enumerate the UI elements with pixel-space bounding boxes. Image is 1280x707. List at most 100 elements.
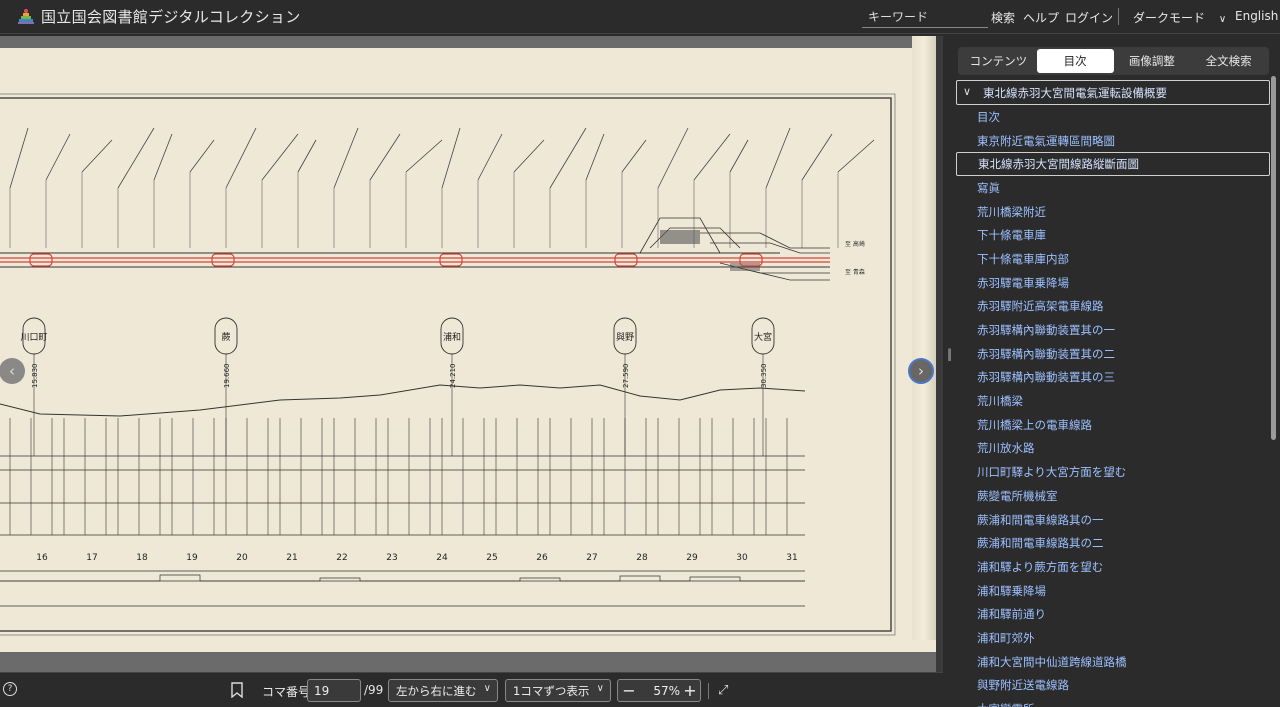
km-marker: 22 [336, 553, 347, 563]
side-panel: コンテンツ 目次 画像調整 全文検索 ∨ 東北線赤羽大宮間電氣運転設備概要 目次… [951, 36, 1280, 707]
station-km: 30.350 [760, 364, 768, 389]
toc-root-item[interactable]: ∨ 東北線赤羽大宮間電氣運転設備概要 [956, 80, 1270, 105]
station-name: 川口町 [20, 333, 47, 343]
next-page-button[interactable]: › [908, 358, 934, 384]
zoom-level: 57% [640, 684, 680, 698]
tab-image-adjust[interactable]: 画像調整 [1114, 49, 1191, 73]
toc-list: 目次 東京附近電氣運轉區間略圖 東北線赤羽大宮間線路縦斷面圖 寫眞 荒川橋梁附近 下十條電… [956, 105, 1270, 707]
page-number-input[interactable] [307, 679, 361, 702]
page-number-label: コマ番号 [262, 685, 311, 699]
scanned-page: 至 高崎 至 青森 川口町 15.830 蕨 19.660 浦和 24.210 與野 27.5… [0, 48, 942, 652]
toc-item[interactable]: 赤羽驛電車乗降場 [956, 271, 1270, 295]
km-marker: 31 [786, 553, 797, 563]
end-label-takasaki: 至 高崎 [845, 240, 865, 248]
toc-item[interactable]: 荒川橋梁附近 [956, 200, 1270, 224]
end-label-aomori: 至 青森 [845, 268, 865, 276]
zoom-out-button[interactable]: − [619, 680, 639, 701]
toc-item[interactable]: 目次 [956, 105, 1270, 129]
keyword-input[interactable] [862, 6, 988, 28]
chevron-left-icon: ‹ [9, 362, 15, 380]
toc-item[interactable]: 荒川橋梁上の電車線路 [956, 413, 1270, 437]
toc-item[interactable]: 蕨浦和間電車線路其の二 [956, 531, 1270, 555]
toc-item[interactable]: 赤羽驛構內聯動装置其の三 [956, 366, 1270, 390]
toc-item[interactable]: 荒川放水路 [956, 437, 1270, 461]
chevron-down-icon: ∨ [1218, 14, 1227, 25]
tab-toc[interactable]: 目次 [1036, 49, 1114, 73]
page-total: /99 [364, 683, 384, 697]
zoom-in-button[interactable]: + [680, 680, 700, 701]
chevron-down-icon: ∨ [483, 683, 491, 694]
toc-item[interactable]: 浦和町郊外 [956, 626, 1270, 650]
help-link[interactable]: ヘルプ [1023, 9, 1059, 26]
ndl-logo-icon[interactable] [16, 7, 36, 27]
toc-item[interactable]: 下十條電車庫内部 [956, 247, 1270, 271]
km-marker: 26 [536, 553, 548, 563]
toc-item[interactable]: 赤羽驛附近高架電車線路 [956, 295, 1270, 319]
header-divider [1118, 8, 1119, 25]
bookmark-icon[interactable] [231, 682, 243, 698]
fullscreen-icon[interactable]: ⤢ [718, 683, 732, 698]
toc-item[interactable]: 大宮變電所 [956, 697, 1270, 707]
toc-item[interactable]: 與野附近送電線路 [956, 674, 1270, 698]
toc-item[interactable]: 川口町驛より大宮方面を望む [956, 460, 1270, 484]
track-profile-diagram: 至 高崎 至 青森 川口町 15.830 蕨 19.660 浦和 24.210 與野 27.5… [0, 93, 896, 636]
km-marker: 18 [136, 553, 148, 563]
keyword-field-wrapper [862, 6, 988, 28]
image-viewer[interactable]: 至 高崎 至 青森 川口町 15.830 蕨 19.660 浦和 24.210 與野 27.5… [0, 36, 943, 672]
chevron-down-icon[interactable]: ∨ [963, 85, 971, 98]
page-direction-value: 左から右に進む [396, 683, 477, 698]
station-km: 19.660 [223, 364, 231, 389]
chevron-right-icon: › [918, 362, 924, 380]
toc-item[interactable]: 下十條電車庫 [956, 223, 1270, 247]
help-icon[interactable]: ? [3, 682, 17, 696]
display-mode-select[interactable]: 1コマずつ表示 ∨ [505, 679, 611, 702]
station-km: 15.830 [31, 364, 39, 389]
toc-item[interactable]: 蕨變電所機械室 [956, 484, 1270, 508]
site-title[interactable]: 国立国会図書館デジタルコレクション [41, 6, 301, 27]
km-marker: 24 [436, 553, 448, 563]
toc-item[interactable]: 浦和驛前通り [956, 602, 1270, 626]
station-name: 與野 [616, 331, 634, 343]
toc-item[interactable]: 浦和驛より蕨方面を望む [956, 555, 1270, 579]
km-marker: 25 [486, 553, 497, 563]
km-marker: 23 [386, 553, 397, 563]
previous-page-button[interactable]: ‹ [0, 358, 25, 384]
station-name: 蕨 [221, 331, 230, 343]
page-gap [936, 36, 943, 672]
station-name: 浦和 [443, 331, 461, 343]
toc-item[interactable]: 東京附近電氣運轉區間略圖 [956, 129, 1270, 153]
minus-icon: − [622, 681, 636, 700]
toc-item[interactable]: 浦和驛乗降場 [956, 579, 1270, 603]
plus-icon: + [683, 681, 697, 700]
toc-item[interactable]: 赤羽驛構內聯動装置其の一 [956, 318, 1270, 342]
km-marker: 20 [236, 553, 248, 563]
tab-contents[interactable]: コンテンツ [960, 49, 1037, 73]
toc-item[interactable]: 蕨浦和間電車線路其の一 [956, 508, 1270, 532]
viewer-toolbar: ? コマ番号 /99 左から右に進む ∨ 1コマずつ表示 ∨ − 57% + ⤢ [0, 672, 943, 707]
language-link[interactable]: English [1235, 9, 1278, 23]
km-marker: 21 [286, 553, 297, 563]
table-of-contents: ∨ 東北線赤羽大宮間電氣運転設備概要 目次 東京附近電氣運轉區間略圖 東北線赤羽大宮… [956, 80, 1270, 707]
toc-root-label: 東北線赤羽大宮間電氣運転設備概要 [983, 85, 1167, 100]
station-km: 27.590 [622, 364, 630, 389]
toc-item[interactable]: 荒川橋梁 [956, 389, 1270, 413]
station-km: 24.210 [449, 364, 457, 389]
login-link[interactable]: ログイン [1065, 9, 1113, 26]
toc-item[interactable]: 浦和大宮間中仙道跨線道路橋 [956, 650, 1270, 674]
station-name: 大宮 [754, 331, 772, 343]
toc-item[interactable]: 寫眞 [956, 176, 1270, 200]
dark-mode-label: ダークモード [1133, 11, 1206, 25]
toc-item[interactable]: 東北線赤羽大宮間線路縦斷面圖 [956, 152, 1270, 177]
dark-mode-toggle[interactable]: ダークモード ∨ [1133, 9, 1226, 26]
toc-item[interactable]: 赤羽驛構內聯動装置其の二 [956, 342, 1270, 366]
search-button[interactable]: 検索 [991, 9, 1015, 26]
tab-fulltext-search[interactable]: 全文検索 [1190, 49, 1267, 73]
zoom-value: 57 [653, 684, 669, 698]
chevron-down-icon: ∨ [596, 683, 604, 694]
page-direction-select[interactable]: 左から右に進む ∨ [388, 679, 498, 702]
km-marker: 17 [86, 553, 97, 563]
km-marker: 28 [636, 553, 648, 563]
toc-scrollbar[interactable] [1271, 76, 1276, 440]
km-marker: 19 [186, 553, 198, 563]
toolbar-divider [708, 683, 709, 699]
